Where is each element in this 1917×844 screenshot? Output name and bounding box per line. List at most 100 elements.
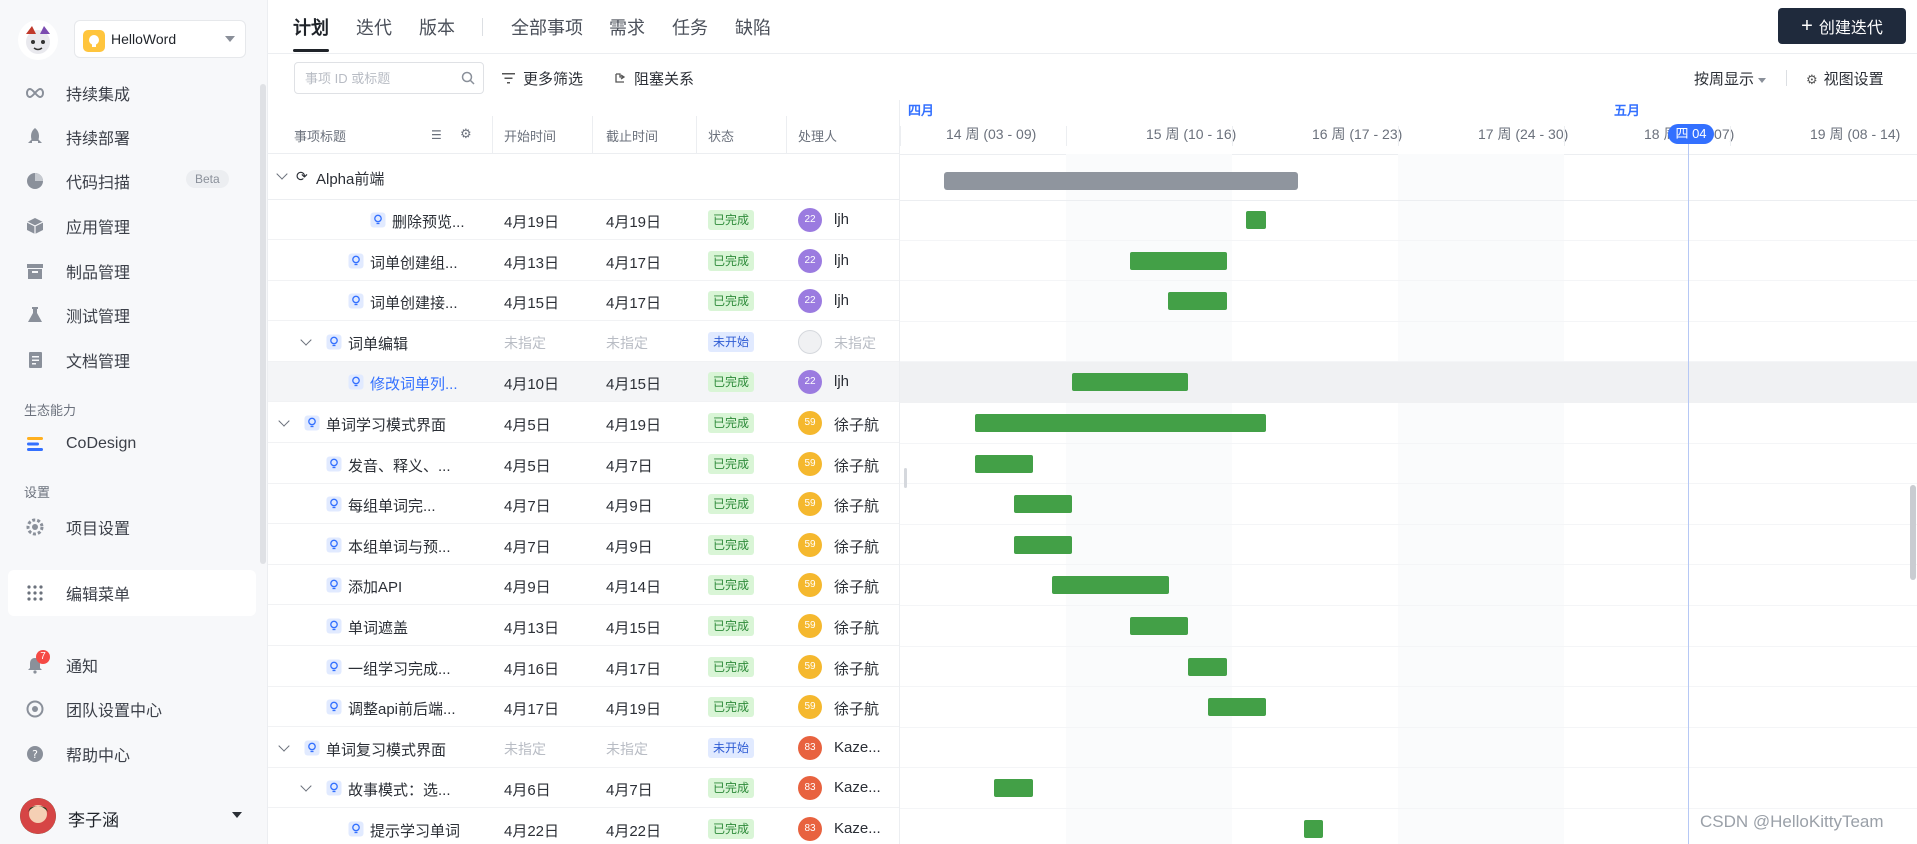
assignee-name[interactable]: 徐子航 xyxy=(834,658,879,679)
sidebar-item-help[interactable]: ? 帮助中心 xyxy=(24,739,252,769)
status-badge[interactable]: 已完成 xyxy=(708,616,755,636)
status-badge[interactable]: 已完成 xyxy=(708,372,755,393)
tab-plan[interactable]: 计划 xyxy=(293,14,329,40)
table-row[interactable]: 删除预览... 4月19日 4月19日 已完成 22 ljh xyxy=(268,200,899,240)
project-selector[interactable]: HelloWord xyxy=(74,20,246,58)
table-row[interactable]: 词单创建接... 4月15日 4月17日 已完成 22 ljh xyxy=(268,281,899,322)
team-logo[interactable] xyxy=(18,20,58,60)
assignee-name[interactable]: 徐子航 xyxy=(834,576,879,597)
status-badge[interactable]: 已完成 xyxy=(708,413,755,433)
assignee-name[interactable]: 徐子航 xyxy=(834,617,879,638)
table-row[interactable]: 单词复习模式界面 未指定 未指定 未开始 83 Kaze... xyxy=(268,728,899,768)
assignee-name[interactable]: ljh xyxy=(834,292,849,309)
end-date[interactable]: 4月19日 xyxy=(606,698,661,719)
tab-requirements[interactable]: 需求 xyxy=(609,14,645,40)
end-date[interactable]: 4月19日 xyxy=(606,414,661,435)
table-row[interactable]: 提示学习单词 4月22日 4月22日 已完成 83 Kaze... xyxy=(268,809,899,844)
item-title[interactable]: 本组单词与预... xyxy=(348,536,451,557)
end-date[interactable]: 未指定 xyxy=(606,739,648,759)
chevron-down-icon[interactable] xyxy=(300,334,312,346)
start-date[interactable]: 4月7日 xyxy=(504,495,551,516)
end-date[interactable]: 未指定 xyxy=(606,333,648,353)
gantt-task-bar[interactable] xyxy=(1168,292,1227,311)
assignee-name[interactable]: 未指定 xyxy=(834,333,876,353)
gantt-task-bar[interactable] xyxy=(1208,698,1266,717)
assignee-name[interactable]: ljh xyxy=(834,373,849,390)
item-title[interactable]: 词单创建组... xyxy=(370,252,458,273)
assignee-name[interactable]: 徐子航 xyxy=(834,455,879,476)
end-date[interactable]: 4月17日 xyxy=(606,292,661,313)
sidebar-item-codesign[interactable]: CoDesign xyxy=(24,429,252,459)
tab-version[interactable]: 版本 xyxy=(419,14,455,40)
assignee-name[interactable]: Kaze... xyxy=(834,820,881,837)
search-input[interactable] xyxy=(295,63,445,93)
end-date[interactable]: 4月7日 xyxy=(606,779,653,800)
start-date[interactable]: 4月15日 xyxy=(504,292,559,313)
status-badge[interactable]: 未开始 xyxy=(708,331,755,352)
chevron-down-icon[interactable] xyxy=(276,168,288,180)
split-handle[interactable] xyxy=(904,468,907,488)
tab-defects[interactable]: 缺陷 xyxy=(735,14,771,40)
sidebar-item-cd[interactable]: 持续部署 xyxy=(24,122,252,152)
status-badge[interactable]: 已完成 xyxy=(708,291,755,312)
table-row[interactable]: 故事模式：选... 4月6日 4月7日 已完成 83 Kaze... xyxy=(268,768,899,809)
gantt-task-bar[interactable] xyxy=(975,414,1266,432)
assignee-name[interactable]: Kaze... xyxy=(834,779,881,796)
start-date[interactable]: 4月16日 xyxy=(504,658,559,679)
tab-all-items[interactable]: 全部事项 xyxy=(511,14,583,40)
start-date[interactable]: 4月10日 xyxy=(504,373,559,394)
column-header-title[interactable]: 事项标题 xyxy=(294,126,346,145)
vertical-scrollbar[interactable] xyxy=(1910,485,1916,580)
status-badge[interactable]: 未开始 xyxy=(708,737,755,758)
table-row[interactable]: 本组单词与预... 4月7日 4月9日 已完成 59 徐子航 xyxy=(268,525,899,565)
item-title[interactable]: 故事模式：选... xyxy=(348,779,451,800)
end-date[interactable]: 4月15日 xyxy=(606,373,661,394)
start-date[interactable]: 4月9日 xyxy=(504,576,551,597)
gantt-task-bar[interactable] xyxy=(994,779,1033,798)
view-settings-button[interactable]: ⚙ 视图设置 xyxy=(1806,68,1884,89)
chevron-down-icon[interactable] xyxy=(278,415,290,427)
start-date[interactable]: 未指定 xyxy=(504,739,546,759)
start-date[interactable]: 4月13日 xyxy=(504,252,559,273)
search-icon[interactable] xyxy=(461,71,475,85)
status-badge[interactable]: 已完成 xyxy=(708,819,755,839)
start-date[interactable]: 4月13日 xyxy=(504,617,559,638)
start-date[interactable]: 4月19日 xyxy=(504,211,559,232)
end-date[interactable]: 4月22日 xyxy=(606,820,661,841)
week-display-select[interactable]: 按周显示 xyxy=(1694,68,1767,89)
gantt-task-bar[interactable] xyxy=(975,454,1033,473)
gantt-task-bar[interactable] xyxy=(1052,576,1169,595)
table-row[interactable]: 单词学习模式界面 4月5日 4月19日 已完成 59 徐子航 xyxy=(268,403,899,443)
chevron-down-icon[interactable] xyxy=(300,780,312,793)
sidebar-item-artifacts[interactable]: 制品管理 xyxy=(24,256,252,286)
gantt-task-bar[interactable] xyxy=(1130,617,1188,635)
item-title[interactable]: 修改词单列... xyxy=(370,373,458,394)
gantt-task-bar[interactable] xyxy=(1246,211,1266,229)
item-title[interactable]: 一组学习完成... xyxy=(348,658,451,679)
column-header-assignee[interactable]: 处理人 xyxy=(798,126,837,145)
table-row[interactable]: 单词遮盖 4月13日 4月15日 已完成 59 徐子航 xyxy=(268,606,899,646)
sidebar-item-notifications[interactable]: 通知 7 xyxy=(24,650,252,680)
status-badge[interactable]: 已完成 xyxy=(708,453,755,474)
more-filters-button[interactable]: 更多筛选 xyxy=(502,68,583,89)
tab-tasks[interactable]: 任务 xyxy=(672,14,708,40)
assignee-name[interactable]: ljh xyxy=(834,252,849,269)
assignee-name[interactable]: 徐子航 xyxy=(834,698,879,719)
sidebar-scrollbar[interactable] xyxy=(260,84,266,564)
item-title[interactable]: 调整api前后端... xyxy=(348,698,456,719)
end-date[interactable]: 4月14日 xyxy=(606,576,661,597)
start-date[interactable]: 4月5日 xyxy=(504,414,551,435)
table-row[interactable]: 添加API 4月9日 4月14日 已完成 59 徐子航 xyxy=(268,565,899,606)
item-title[interactable]: 每组单词完... xyxy=(348,495,436,516)
table-row[interactable]: 调整api前后端... 4月17日 4月19日 已完成 59 徐子航 xyxy=(268,687,899,728)
assignee-name[interactable]: 徐子航 xyxy=(834,495,879,516)
table-row[interactable]: 词单创建组... 4月13日 4月17日 已完成 22 ljh xyxy=(268,241,899,281)
table-row[interactable]: 词单编辑 未指定 未指定 未开始 未指定 xyxy=(268,322,899,362)
assignee-name[interactable]: ljh xyxy=(834,211,849,228)
gantt-task-bar[interactable] xyxy=(1014,495,1072,514)
sidebar-item-apps[interactable]: 应用管理 xyxy=(24,211,252,241)
start-date[interactable]: 4月6日 xyxy=(504,779,551,800)
column-header-start[interactable]: 开始时间 xyxy=(504,126,556,145)
column-header-status[interactable]: 状态 xyxy=(708,126,734,145)
sidebar-item-team-center[interactable]: 团队设置中心 xyxy=(24,694,252,724)
